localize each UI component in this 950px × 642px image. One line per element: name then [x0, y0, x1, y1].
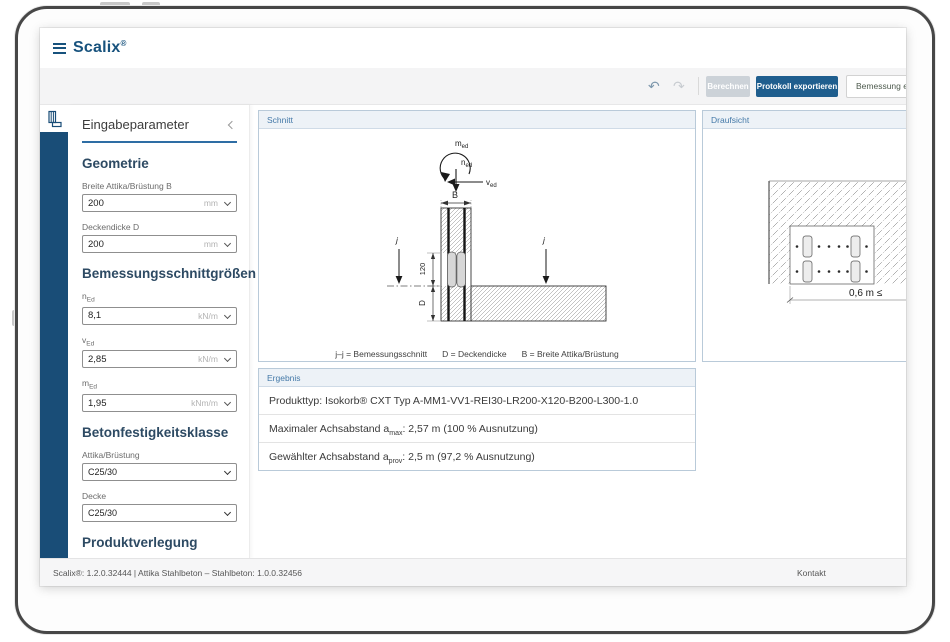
contact-link[interactable]: Kontakt — [797, 559, 826, 586]
field-label-breite: Breite Attika/Brüstung B — [82, 181, 237, 191]
results-panel-title: Ergebnis — [259, 369, 695, 387]
svg-text:D: D — [418, 300, 427, 306]
section-legend: j–j = Bemessungsschnitt D = Deckendicke … — [259, 349, 695, 359]
ved-input[interactable] — [83, 352, 193, 366]
nav-tab-attika-module[interactable] — [40, 105, 68, 132]
top-view-drawing: 0,6 m ≤ — [703, 129, 906, 366]
ned-unit: kN/m — [198, 311, 218, 321]
divider — [82, 141, 237, 143]
status-badge: Bemessung erfolgreich — [846, 75, 906, 98]
result-max-spacing: Maximaler Achsabstand amax: 2,57 m (100 … — [259, 415, 695, 443]
section-drawing-svg: med ned ved B — [259, 129, 695, 361]
registered-mark: ® — [120, 39, 126, 48]
attika-concrete-select[interactable]: C25/30 — [82, 463, 237, 481]
result-product-type: Produkttyp: Isokorb® CXT Typ A-MM1-VV1-R… — [259, 387, 695, 415]
med-input[interactable] — [83, 396, 193, 410]
svg-text:B: B — [452, 190, 458, 200]
chevron-down-icon[interactable] — [224, 399, 231, 406]
breite-unit: mm — [204, 198, 218, 208]
redo-icon[interactable]: ↷ — [673, 76, 685, 96]
tablet-frame: Scalix® ↶ ↷ Berechnen Protokoll exportie… — [15, 6, 935, 634]
ned-input[interactable] — [83, 309, 193, 323]
med-field: kNm/m — [82, 394, 237, 412]
field-label-attika-beton: Attika/Brüstung — [82, 450, 237, 460]
results-panel: Ergebnis Produkttyp: Isokorb® CXT Typ A-… — [258, 368, 696, 471]
toolbar: ↶ ↷ Berechnen Protokoll exportieren Beme… — [40, 68, 906, 105]
module-nav-strip — [40, 105, 68, 558]
sidebar-title: Eingabeparameter — [82, 117, 189, 132]
svg-text:j: j — [542, 235, 546, 245]
decke-concrete-value: C25/30 — [83, 508, 117, 518]
field-label-deckendicke: Deckendicke D — [82, 222, 237, 232]
undo-icon[interactable]: ↶ — [648, 76, 660, 96]
chevron-down-icon[interactable] — [224, 312, 231, 319]
field-label-ned: nEd — [82, 291, 237, 304]
chevron-down-icon — [224, 509, 231, 516]
placement-heading: Produktverlegung — [82, 535, 237, 550]
geometry-heading: Geometrie — [82, 156, 237, 171]
decke-concrete-select[interactable]: C25/30 — [82, 504, 237, 522]
menu-icon[interactable] — [53, 43, 66, 54]
attika-concrete-value: C25/30 — [83, 467, 117, 477]
field-label-ved: vEd — [82, 335, 237, 348]
field-label-med: mEd — [82, 378, 237, 391]
deckendicke-input[interactable] — [83, 237, 193, 251]
logo: Scalix® — [53, 39, 127, 57]
ned-field: kN/m — [82, 307, 237, 325]
svg-text:ved: ved — [486, 178, 497, 189]
result-chosen-spacing: Gewählter Achsabstand aprov: 2,5 m (97,2… — [259, 443, 695, 471]
app-footer: Scalix®: 1.2.0.32444 | Attika Stahlbeton… — [40, 558, 906, 586]
svg-text:120: 120 — [418, 263, 427, 276]
chevron-down-icon[interactable] — [224, 240, 231, 247]
app-title: Scalix® — [73, 39, 127, 57]
breite-field: mm — [82, 194, 237, 212]
ved-field: kN/m — [82, 350, 237, 368]
chevron-down-icon[interactable] — [224, 199, 231, 206]
section-view-panel: Schnitt med ned — [258, 110, 696, 362]
svg-text:j: j — [395, 235, 399, 245]
app-header: Scalix® — [40, 28, 906, 68]
svg-text:0,6 m ≤: 0,6 m ≤ — [849, 288, 883, 299]
breite-input[interactable] — [83, 196, 193, 210]
section-panel-title: Schnitt — [259, 111, 695, 129]
deckendicke-field: mm — [82, 235, 237, 253]
version-info: Scalix®: 1.2.0.32444 | Attika Stahlbeton… — [53, 559, 302, 586]
forces-heading: Bemessungsschnittgrößen — [82, 266, 237, 281]
ved-unit: kN/m — [198, 354, 218, 364]
section-drawing: med ned ved B — [259, 129, 695, 366]
svg-text:med: med — [455, 139, 468, 150]
calculate-button[interactable]: Berechnen — [706, 76, 750, 97]
top-view-panel-title: Draufsicht — [703, 111, 906, 129]
deckendicke-unit: mm — [204, 239, 218, 249]
collapse-sidebar-icon[interactable] — [228, 120, 236, 128]
chevron-down-icon[interactable] — [224, 355, 231, 362]
svg-text:ned: ned — [461, 158, 472, 169]
export-protocol-button[interactable]: Protokoll exportieren — [756, 76, 838, 97]
attika-section-icon — [45, 110, 63, 128]
top-view-panel: Draufsicht — [702, 110, 906, 362]
concrete-heading: Betonfestigkeitsklasse — [82, 425, 237, 440]
app-screen: Scalix® ↶ ↷ Berechnen Protokoll exportie… — [40, 28, 906, 586]
input-parameters-panel: Eingabeparameter Geometrie Breite Attika… — [68, 105, 250, 558]
top-view-drawing-svg: 0,6 m ≤ — [703, 129, 906, 361]
med-unit: kNm/m — [191, 398, 218, 408]
field-label-decke-beton: Decke — [82, 491, 237, 501]
toolbar-divider — [698, 77, 699, 95]
chevron-down-icon — [224, 468, 231, 475]
